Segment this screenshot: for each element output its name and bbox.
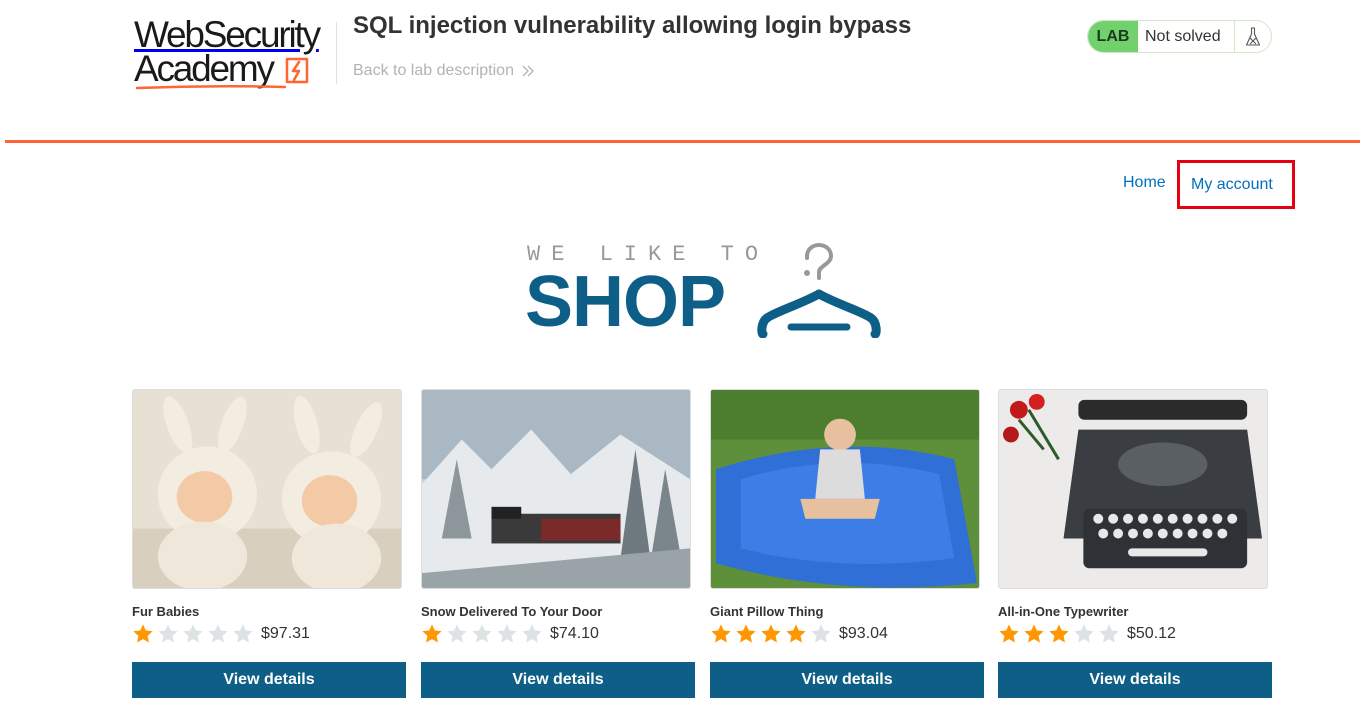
back-to-lab-description-link[interactable]: Back to lab description [353, 62, 536, 80]
star-filled-icon [1024, 624, 1044, 643]
product-name: Giant Pillow Thing [710, 604, 824, 619]
shop-banner: WE LIKE TO SHOP [525, 240, 885, 340]
product-name: Fur Babies [132, 604, 200, 619]
product-card: Giant Pillow Thing $93.04 View details [710, 389, 984, 699]
flask-icon [1234, 21, 1271, 52]
view-details-button[interactable]: View details [710, 662, 984, 698]
view-details-button[interactable]: View details [421, 662, 695, 698]
lab-badge: LAB [1088, 21, 1138, 52]
star-filled-icon [133, 624, 153, 643]
star-empty-icon [208, 624, 228, 643]
product-rating: $93.04 [710, 623, 888, 645]
logo-text-line2: Academy [134, 48, 275, 89]
product-image-fur-babies[interactable] [132, 389, 402, 589]
view-details-button[interactable]: View details [998, 662, 1272, 698]
logo-text-line1: WebSecurity [134, 14, 321, 55]
product-price: $50.12 [1127, 625, 1176, 642]
star-empty-icon [472, 624, 492, 643]
product-price: $74.10 [550, 625, 599, 642]
star-filled-icon [1049, 624, 1069, 643]
logo-bolt-icon [285, 57, 309, 84]
logo-underline [136, 84, 286, 90]
double-chevron-right-icon [522, 65, 534, 77]
star-empty-icon [497, 624, 517, 643]
lab-title: SQL injection vulnerability allowing log… [353, 12, 912, 39]
product-name: All-in-One Typewriter [998, 604, 1129, 619]
product-image-giant-pillow[interactable] [710, 389, 980, 589]
nav-home-link[interactable]: Home [1123, 174, 1166, 192]
star-filled-icon [999, 624, 1019, 643]
star-filled-icon [761, 624, 781, 643]
star-filled-icon [786, 624, 806, 643]
back-link-label: Back to lab description [353, 62, 514, 79]
websecurity-academy-logo[interactable]: WebSecurity Academy [134, 14, 334, 90]
product-rating: $50.12 [998, 623, 1176, 645]
star-empty-icon [811, 624, 831, 643]
header-divider [336, 22, 337, 84]
product-rating: $74.10 [421, 623, 599, 645]
nav-my-account-label: My account [1191, 175, 1273, 193]
view-details-button[interactable]: View details [132, 662, 406, 698]
star-empty-icon [158, 624, 178, 643]
star-empty-icon [1074, 624, 1094, 643]
header-orange-rule [5, 140, 1360, 143]
product-card: All-in-One Typewriter $50.12 View detail… [998, 389, 1272, 699]
lab-status-widget: LAB Not solved [1087, 20, 1272, 53]
clothes-hanger-icon [757, 242, 881, 338]
star-filled-icon [736, 624, 756, 643]
product-rating: $97.31 [132, 623, 310, 645]
product-image-typewriter[interactable] [998, 389, 1268, 589]
product-price: $93.04 [839, 625, 888, 642]
star-empty-icon [522, 624, 542, 643]
star-empty-icon [183, 624, 203, 643]
star-filled-icon [711, 624, 731, 643]
lab-status-text: Not solved [1145, 27, 1221, 45]
star-empty-icon [233, 624, 253, 643]
product-card: Snow Delivered To Your Door $74.10 View … [421, 389, 695, 699]
product-grid: Fur Babies $97.31 View details Snow Deli… [132, 389, 1272, 709]
star-empty-icon [447, 624, 467, 643]
academy-header: WebSecurity Academy SQL injection vulner… [0, 0, 1365, 143]
star-empty-icon [1099, 624, 1119, 643]
product-image-snow-delivered[interactable] [421, 389, 691, 589]
product-card: Fur Babies $97.31 View details [132, 389, 406, 699]
banner-headline: SHOP [525, 262, 726, 342]
star-filled-icon [422, 624, 442, 643]
nav-my-account-link[interactable]: My account [1177, 160, 1295, 209]
product-name: Snow Delivered To Your Door [421, 604, 603, 619]
product-price: $97.31 [261, 625, 310, 642]
